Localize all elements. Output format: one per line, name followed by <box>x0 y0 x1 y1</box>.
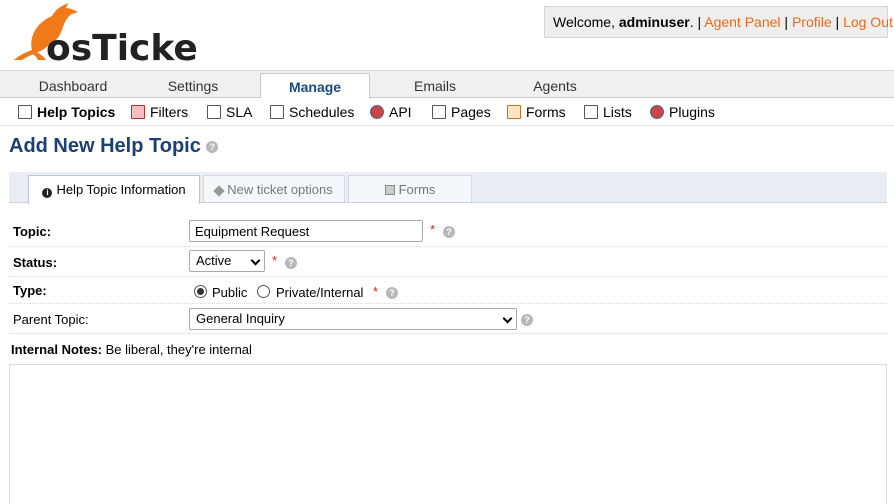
help-topics-icon <box>18 105 32 119</box>
subnav-label: Filters <box>150 104 189 120</box>
required-mark: * <box>272 253 278 268</box>
api-icon <box>370 105 384 119</box>
help-icon[interactable]: ? <box>206 140 219 153</box>
page-title: Add New Help Topic ? <box>9 135 219 158</box>
tab-help-topic-information[interactable]: i Help Topic Information <box>28 175 200 204</box>
subnav-lists[interactable]: Lists <box>584 102 632 122</box>
internal-notes-editor[interactable] <box>9 364 887 504</box>
link-separator: | <box>784 14 789 30</box>
subnav-label: Lists <box>603 104 632 120</box>
tab-manage[interactable]: Manage <box>260 73 370 99</box>
form-tab-label: New ticket options <box>227 182 333 197</box>
welcome-prefix: Welcome, <box>553 14 619 30</box>
help-icon[interactable]: ? <box>443 226 455 238</box>
subnav-label: Pages <box>451 104 491 120</box>
tab-agents[interactable]: Agents <box>490 71 620 98</box>
link-separator: | <box>835 14 840 30</box>
chevron-down-icon <box>250 255 261 266</box>
pages-icon <box>432 105 446 119</box>
subnav-label: SLA <box>226 104 253 120</box>
copy-icon <box>384 185 395 195</box>
subnav-api[interactable]: API <box>370 102 412 122</box>
agent-panel-link[interactable]: Agent Panel <box>704 14 780 30</box>
topic-row: Topic: * ? <box>9 216 887 247</box>
subnav-label: Plugins <box>669 104 715 120</box>
logo[interactable]: osTicket <box>8 2 215 69</box>
type-private-radio[interactable] <box>257 285 270 298</box>
type-public-radio[interactable] <box>194 285 207 298</box>
required-mark: * <box>373 284 379 299</box>
tab-emails[interactable]: Emails <box>370 71 500 98</box>
chevron-down-icon <box>502 313 513 324</box>
type-row: Type: Public Private/Internal * ? <box>9 277 887 304</box>
subnav-pages[interactable]: Pages <box>432 102 491 122</box>
form-tab-label: Help Topic Information <box>56 182 186 197</box>
forms-icon <box>507 105 521 119</box>
tab-settings[interactable]: Settings <box>128 71 258 98</box>
help-icon[interactable]: ? <box>521 314 533 326</box>
header: osTicket Welcome, adminuser. | Agent Pan… <box>0 0 894 69</box>
type-private-label[interactable]: Private/Internal <box>276 285 363 300</box>
plugins-icon <box>650 105 664 119</box>
topic-label: Topic: <box>13 224 52 239</box>
internal-notes-label: Internal Notes: Be liberal, they're inte… <box>11 342 252 357</box>
parent-topic-label: Parent Topic: <box>13 312 89 327</box>
status-select[interactable]: Active <box>189 250 265 272</box>
schedules-icon <box>270 105 284 119</box>
topic-input[interactable] <box>189 220 423 242</box>
type-public-label[interactable]: Public <box>212 285 247 300</box>
type-label: Type: <box>13 283 47 298</box>
status-row: Status: Active * ? <box>9 247 887 277</box>
kangaroo-logo-icon: osTicket <box>14 3 215 69</box>
welcome-separator: . | <box>689 14 702 30</box>
page-title-text: Add New Help Topic <box>9 135 201 157</box>
tag-icon <box>213 185 225 197</box>
tab-dashboard[interactable]: Dashboard <box>8 71 138 98</box>
subnav-plugins[interactable]: Plugins <box>650 102 715 122</box>
parent-topic-row: Parent Topic: General Inquiry ? <box>9 304 887 334</box>
status-label: Status: <box>13 255 58 270</box>
info-icon: i <box>42 188 53 198</box>
subnav-label: Forms <box>526 104 566 120</box>
required-mark: * <box>430 222 436 237</box>
logout-link[interactable]: Log Out <box>843 14 893 30</box>
parent-topic-select[interactable]: General Inquiry <box>189 308 517 330</box>
subnav-label: Help Topics <box>37 104 116 120</box>
username: adminuser <box>618 14 690 30</box>
user-box: Welcome, adminuser. | Agent Panel | Prof… <box>544 6 893 38</box>
sla-icon <box>207 105 221 119</box>
filters-icon <box>131 105 145 119</box>
subnav-schedules[interactable]: Schedules <box>270 102 354 122</box>
subnav-filters[interactable]: Filters <box>131 102 188 122</box>
sub-nav: Help Topics Filters SLA Schedules API Pa… <box>0 98 894 126</box>
parent-topic-value: General Inquiry <box>196 311 285 326</box>
help-icon[interactable]: ? <box>285 257 297 269</box>
profile-link[interactable]: Profile <box>792 14 832 30</box>
subnav-label: API <box>389 104 412 120</box>
help-icon[interactable]: ? <box>386 287 398 299</box>
subnav-help-topics[interactable]: Help Topics <box>18 102 115 122</box>
internal-notes-hint: Be liberal, they're internal <box>105 342 252 357</box>
main-nav: Dashboard Settings Manage Emails Agents <box>0 70 894 99</box>
subnav-label: Schedules <box>289 104 355 120</box>
tab-forms[interactable]: Forms <box>348 175 472 202</box>
subnav-sla[interactable]: SLA <box>207 102 252 122</box>
form-tabs-bar: i Help Topic Information New ticket optio… <box>9 172 887 204</box>
status-value: Active <box>196 253 232 268</box>
tab-new-ticket-options[interactable]: New ticket options <box>203 175 345 202</box>
logo-text: osTicket <box>46 28 198 66</box>
subnav-forms[interactable]: Forms <box>507 102 566 122</box>
internal-notes-title: Internal Notes: <box>11 342 103 357</box>
form-tab-label: Forms <box>398 182 436 197</box>
lists-icon <box>584 105 598 119</box>
